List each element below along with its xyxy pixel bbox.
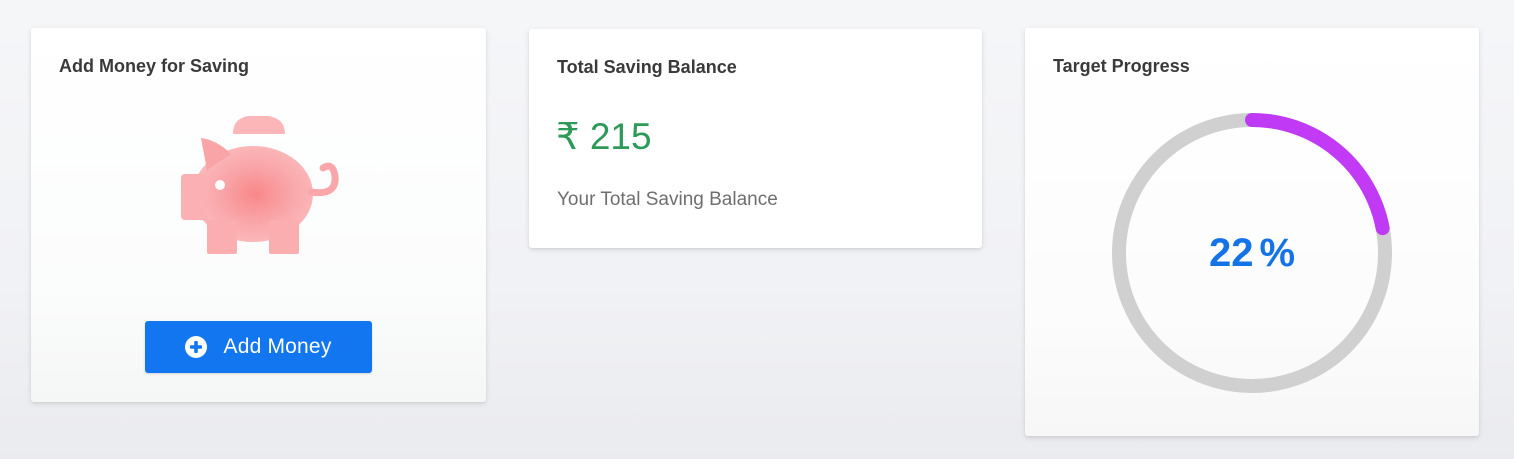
total-balance-card: Total Saving Balance ₹ 215 Your Total Sa… xyxy=(529,29,982,248)
add-money-button-label: Add Money xyxy=(223,335,332,358)
add-money-card: Add Money for Saving Add Money xyxy=(31,28,486,402)
balance-description: Your Total Saving Balance xyxy=(557,189,778,210)
target-progress-card: Target Progress 22% xyxy=(1025,28,1479,436)
progress-value: 22 xyxy=(1208,230,1254,275)
progress-unit: % xyxy=(1259,230,1296,275)
add-money-button[interactable]: Add Money xyxy=(145,321,372,373)
balance-amount: ₹ 215 xyxy=(556,116,652,157)
add-money-card-title: Add Money for Saving xyxy=(59,56,250,76)
target-progress-card-title: Target Progress xyxy=(1053,56,1190,76)
plus-circle-icon xyxy=(185,336,208,358)
total-balance-card-title: Total Saving Balance xyxy=(557,57,737,77)
progress-percent: 22% xyxy=(1111,112,1393,394)
piggy-bank-icon xyxy=(181,116,339,254)
